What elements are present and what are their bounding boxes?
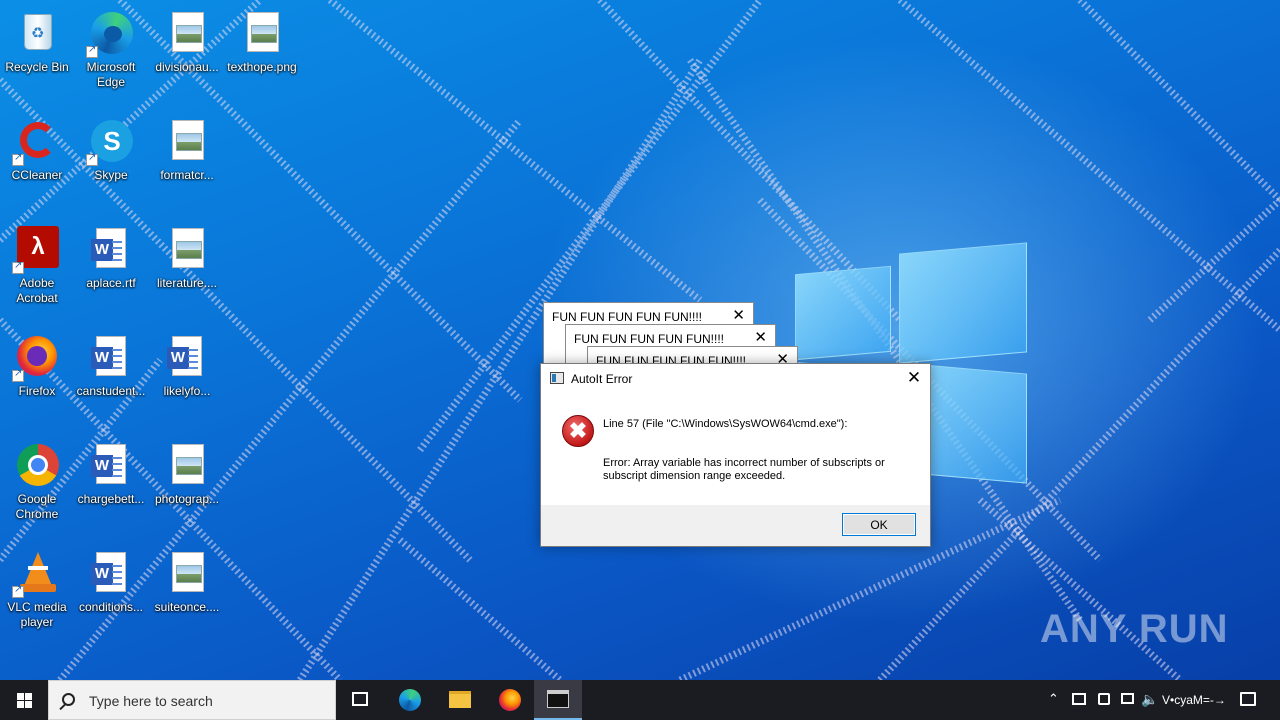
icon-label: Skype [94, 168, 128, 182]
tray-chevron-icon[interactable]: ⌃ [1048, 691, 1059, 707]
autoit-error-dialog[interactable]: AutoIt Error ✕ ✖ Line 57 (File "C:\Windo… [540, 363, 931, 547]
image-file-icon [164, 442, 210, 488]
close-icon[interactable]: ✕ [732, 306, 745, 324]
error-location-text: Line 57 (File "C:\Windows\SysWOW64\cmd.e… [603, 418, 848, 430]
chargebett-file[interactable]: W chargebett... [74, 436, 148, 536]
error-message-text: Error: Array variable has incorrect numb… [603, 457, 885, 482]
image-file-icon [164, 10, 210, 56]
ccleaner-icon [12, 118, 60, 166]
icon-label: conditions... [78, 600, 144, 614]
dialog-title: AutoIt Error [571, 372, 633, 386]
dialog-body: ✖ Line 57 (File "C:\Windows\SysWOW64\cmd… [541, 392, 930, 505]
volume-icon[interactable]: 🔈 [1141, 691, 1158, 708]
tray-network-icon[interactable] [1072, 693, 1086, 705]
tray-monitor-icon[interactable] [1121, 693, 1134, 704]
suiteonce-file[interactable]: suiteonce.... [150, 544, 224, 644]
icon-label: Adobe Acrobat [16, 276, 58, 305]
vlc-shortcut[interactable]: VLC media player [0, 544, 74, 644]
desktop: ♻ Recycle Bin CCleaner λ Adobe Acrobat F… [0, 0, 1280, 680]
edge-icon [399, 689, 421, 711]
icon-label: VLC media player [7, 600, 67, 629]
task-view-button[interactable] [336, 680, 384, 720]
icon-label: canstudent... [76, 384, 146, 398]
windows-start-icon [17, 693, 24, 700]
taskbar-clock[interactable]: V•суaM=-→ [1162, 693, 1226, 707]
firefox-icon [499, 689, 521, 711]
word-document-icon: W [164, 334, 210, 380]
literature-file[interactable]: literature.... [150, 220, 224, 320]
word-document-icon: W [88, 226, 134, 272]
icon-label: likelyfo... [163, 384, 211, 398]
adobe-acrobat-shortcut[interactable]: λ Adobe Acrobat [0, 220, 74, 320]
ccleaner-shortcut[interactable]: CCleaner [0, 112, 74, 212]
taskbar: Type here to search ⌃ 🔈 V•суaM=-→ [0, 680, 1280, 720]
tray-device-icon[interactable] [1098, 693, 1110, 705]
google-chrome-shortcut[interactable]: Google Chrome [0, 436, 74, 536]
anyrun-watermark: ANY RUN [1040, 607, 1229, 651]
taskbar-edge-button[interactable] [386, 680, 434, 720]
skype-icon: S [86, 118, 134, 166]
icon-label: formatcr... [160, 168, 214, 182]
icon-label: Firefox [18, 384, 56, 398]
icon-label: texthope.png [227, 60, 297, 74]
icon-label: photograp... [154, 492, 220, 506]
chrome-icon [14, 442, 60, 488]
icon-label: Microsoft Edge [86, 60, 136, 89]
vlc-cone-icon [12, 550, 60, 598]
photograp-file[interactable]: photograp... [150, 436, 224, 536]
autoit-app-icon [550, 372, 564, 384]
taskbar-cmd-button[interactable] [534, 680, 582, 720]
start-button[interactable] [0, 680, 48, 720]
aplace-rtf-file[interactable]: W aplace.rtf [74, 220, 148, 320]
formatcr-file[interactable]: formatcr... [150, 112, 224, 212]
icon-label: Google Chrome [15, 492, 59, 521]
skype-shortcut[interactable]: S Skype [74, 112, 148, 212]
image-file-icon [239, 10, 285, 56]
image-file-icon [164, 550, 210, 596]
recycle-bin-icon: ♻ [14, 10, 60, 56]
word-document-icon: W [88, 442, 134, 488]
image-file-icon [164, 118, 210, 164]
taskbar-explorer-button[interactable] [436, 680, 484, 720]
folder-icon [449, 691, 471, 708]
close-icon[interactable]: ✕ [898, 364, 930, 392]
recycle-bin-shortcut[interactable]: ♻ Recycle Bin [0, 4, 74, 104]
firefox-shortcut[interactable]: Firefox [0, 328, 74, 428]
word-document-icon: W [88, 550, 134, 596]
conditions-file[interactable]: W conditions... [74, 544, 148, 644]
dialog-titlebar[interactable]: AutoIt Error ✕ [541, 364, 930, 392]
icon-label: literature.... [156, 276, 218, 290]
microsoft-edge-shortcut[interactable]: Microsoft Edge [74, 4, 148, 104]
word-document-icon: W [88, 334, 134, 380]
window-title: FUN FUN FUN FUN FUN!!!! [574, 332, 724, 346]
notification-icon[interactable] [1240, 692, 1256, 706]
ok-button[interactable]: OK [842, 513, 916, 536]
texthope-png-file[interactable]: texthope.png [225, 4, 299, 104]
search-placeholder: Type here to search [89, 693, 213, 709]
console-icon [547, 690, 569, 708]
icon-label: suiteonce.... [154, 600, 220, 614]
search-icon [62, 693, 75, 706]
divisionau-file[interactable]: divisionau... [150, 4, 224, 104]
task-view-icon [352, 692, 368, 706]
taskbar-search-box[interactable]: Type here to search [48, 680, 336, 720]
image-file-icon [164, 226, 210, 272]
window-title: FUN FUN FUN FUN FUN!!!! [552, 310, 702, 324]
taskbar-firefox-button[interactable] [486, 680, 534, 720]
icon-label: chargebett... [77, 492, 145, 506]
canstudent-file[interactable]: W canstudent... [74, 328, 148, 428]
icon-label: CCleaner [11, 168, 63, 182]
error-icon: ✖ [562, 415, 594, 447]
dialog-footer: OK [541, 505, 930, 546]
edge-icon [86, 10, 134, 58]
close-icon[interactable]: ✕ [754, 328, 767, 346]
icon-label: Recycle Bin [5, 60, 69, 74]
icon-label: aplace.rtf [86, 276, 136, 290]
likelyfo-file[interactable]: W likelyfo... [150, 328, 224, 428]
adobe-acrobat-icon: λ [12, 226, 60, 274]
icon-label: divisionau... [155, 60, 219, 74]
firefox-icon [12, 334, 60, 382]
